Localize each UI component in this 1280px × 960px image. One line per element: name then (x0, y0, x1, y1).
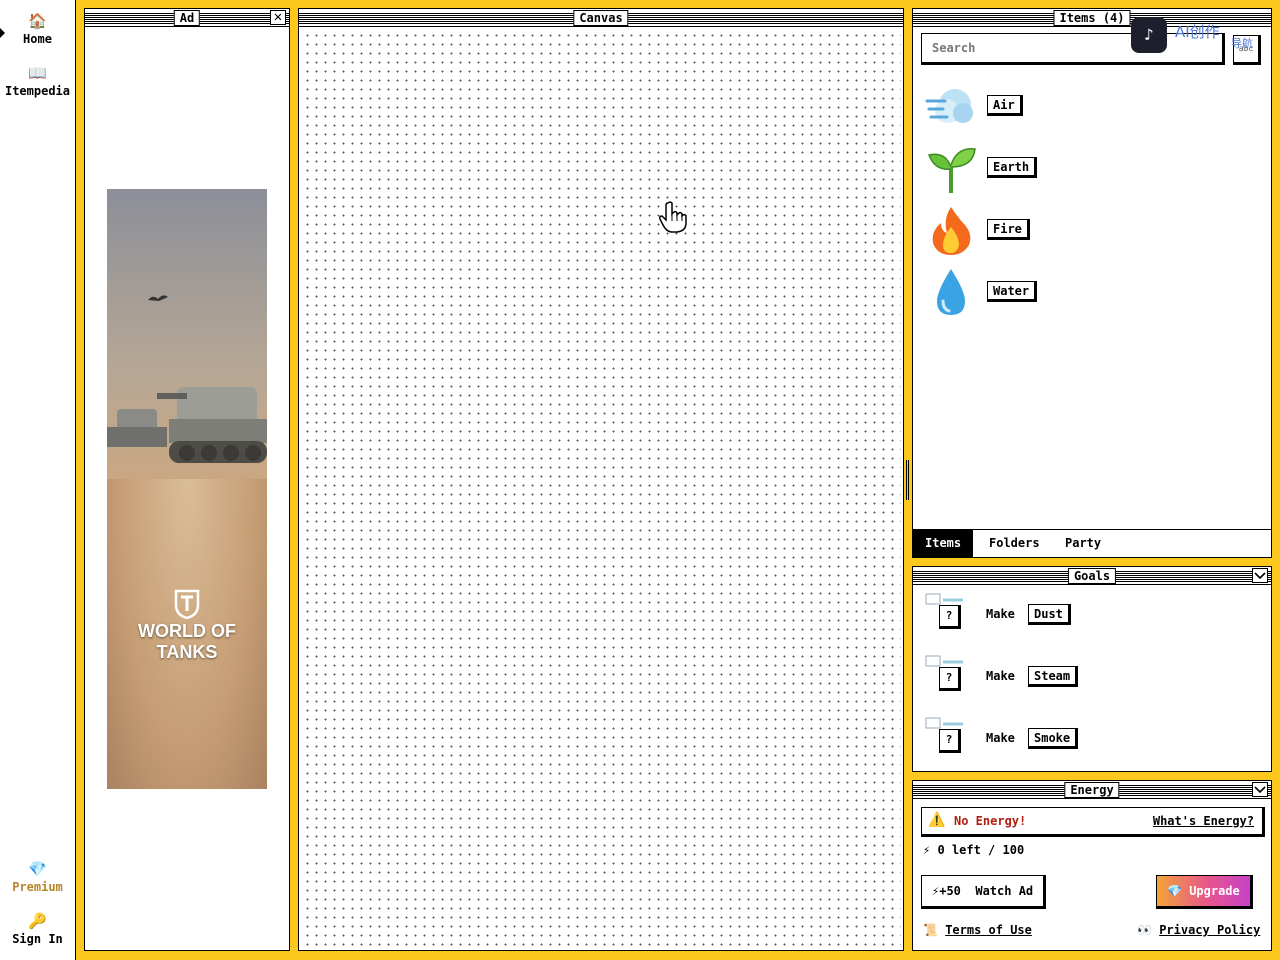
canvas-title: Canvas (573, 10, 629, 26)
goal-steam: ? Make Steam (925, 655, 1255, 705)
energy-status-box: ⚠️ No Energy! What's Energy? (921, 807, 1265, 837)
ad-banner[interactable]: WORLD OF TANKS (107, 189, 267, 789)
items-title: Items (4) (1053, 10, 1131, 26)
nav-home[interactable]: 🏠 Home (0, 12, 75, 46)
droplet-icon (937, 269, 965, 315)
energy-title: Energy (1064, 782, 1120, 798)
house-icon: 🏠 (28, 12, 47, 30)
unknown-result: ? (939, 667, 961, 691)
goal-placeholder-icon: ? (925, 593, 965, 631)
goal-smoke: ? Make Smoke (925, 717, 1255, 767)
chevron-down-icon[interactable] (1252, 782, 1268, 797)
item-chip[interactable]: Water (987, 281, 1038, 302)
resize-handle[interactable] (906, 460, 909, 500)
tab-party[interactable]: Party (1053, 530, 1113, 557)
watermark-logo-icon: ♪ (1131, 17, 1167, 53)
watch-ad-button[interactable]: ⚡+50 Watch Ad (921, 875, 1047, 909)
nav-signin-label: Sign In (12, 932, 63, 946)
goals-window: Goals ? Make Dust ? Make Steam ? Make Sm… (912, 566, 1272, 772)
fire-icon (932, 207, 971, 255)
ad-brand: WORLD OF TANKS (138, 621, 236, 662)
canvas-titlebar[interactable]: Canvas (299, 9, 903, 27)
item-chip[interactable]: Fire (987, 219, 1030, 240)
unknown-result: ? (939, 605, 961, 629)
goals-title: Goals (1067, 568, 1117, 584)
unknown-result: ? (939, 729, 961, 753)
goal-make-label: Make (986, 669, 1015, 683)
terms-link[interactable]: 📜 Terms of Use (923, 923, 1032, 937)
wind-icon (925, 89, 973, 123)
watermark: ♪ AI创作 导航 (1131, 13, 1271, 57)
nav-premium-label: Premium (12, 880, 63, 894)
goal-placeholder-icon: ? (925, 717, 965, 755)
ad-window: Ad ✕ WORLD OF TANKS (84, 8, 290, 951)
nav-itempedia[interactable]: 📖 Itempedia (0, 64, 75, 98)
gem-icon: 💎 (1167, 884, 1182, 898)
energy-status: No Energy! (954, 814, 1027, 828)
nav-signin[interactable]: 🔑 Sign In (0, 912, 75, 946)
goal-make-label: Make (986, 607, 1015, 621)
watch-ad-label: +50 Watch Ad (939, 884, 1034, 898)
items-tabs: Items Folders Party (913, 529, 1271, 557)
tank-image (107, 387, 267, 463)
hand-cursor-icon (659, 201, 687, 233)
energy-count-text: 0 left / 100 (937, 843, 1025, 857)
close-icon[interactable]: ✕ (270, 10, 286, 25)
goals-titlebar[interactable]: Goals (913, 567, 1271, 585)
goal-target-chip[interactable]: Dust (1028, 604, 1071, 625)
nav-itempedia-label: Itempedia (4, 84, 71, 98)
items-window: Items (4) abc ♪ AI创作 导航 Air Earth Fire (912, 8, 1272, 558)
goal-target-chip[interactable]: Steam (1028, 666, 1079, 687)
scroll-icon: 📜 (923, 923, 938, 937)
ad-logo: WORLD OF TANKS (107, 589, 267, 663)
whats-energy-link[interactable]: What's Energy? (1153, 814, 1254, 828)
tab-folders[interactable]: Folders (977, 530, 1052, 557)
upgrade-label: Upgrade (1189, 884, 1240, 898)
item-air[interactable]: Air (925, 81, 1225, 131)
book-icon: 📖 (28, 64, 47, 82)
seedling-icon (928, 148, 976, 193)
goal-placeholder-icon: ? (925, 655, 965, 693)
key-icon: 🔑 (28, 912, 47, 930)
goal-target-chip[interactable]: Smoke (1028, 728, 1079, 749)
item-fire[interactable]: Fire (925, 205, 1225, 255)
energy-titlebar[interactable]: Energy (913, 781, 1271, 799)
item-water[interactable]: Water (925, 267, 1225, 317)
canvas-drop-area[interactable] (301, 29, 901, 948)
gem-icon: 💎 (28, 860, 47, 878)
item-chip[interactable]: Air (987, 95, 1023, 116)
watermark-text: AI创作 (1175, 23, 1220, 41)
ad-titlebar[interactable]: Ad ✕ (85, 9, 289, 27)
nav-premium[interactable]: 💎 Premium (0, 860, 75, 894)
privacy-label: Privacy Policy (1159, 923, 1261, 937)
ad-title: Ad (173, 10, 201, 26)
energy-window: Energy ⚠️ No Energy! What's Energy? ⚡ 0 … (912, 780, 1272, 951)
upgrade-button[interactable]: 💎 Upgrade (1156, 875, 1253, 909)
watermark-sub: 导航 (1231, 37, 1253, 50)
left-nav: 🏠 Home 📖 Itempedia 💎 Premium 🔑 Sign In (0, 0, 76, 960)
chevron-down-icon[interactable] (1252, 568, 1268, 583)
item-chip[interactable]: Earth (987, 157, 1038, 178)
warning-icon: ⚠️ (928, 812, 946, 828)
energy-count: ⚡ 0 left / 100 (923, 843, 1024, 857)
bird-icon (147, 289, 169, 308)
lightning-icon: ⚡ (923, 843, 931, 857)
shield-icon (174, 589, 200, 619)
nav-home-label: Home (23, 32, 52, 46)
item-earth[interactable]: Earth (925, 143, 1225, 193)
goal-make-label: Make (986, 731, 1015, 745)
terms-label: Terms of Use (945, 923, 1032, 937)
privacy-link[interactable]: 👀 Privacy Policy (1137, 923, 1260, 937)
tab-items[interactable]: Items (913, 530, 974, 557)
goal-dust: ? Make Dust (925, 593, 1255, 643)
eyes-icon: 👀 (1137, 923, 1152, 937)
canvas-window: Canvas (298, 8, 904, 951)
